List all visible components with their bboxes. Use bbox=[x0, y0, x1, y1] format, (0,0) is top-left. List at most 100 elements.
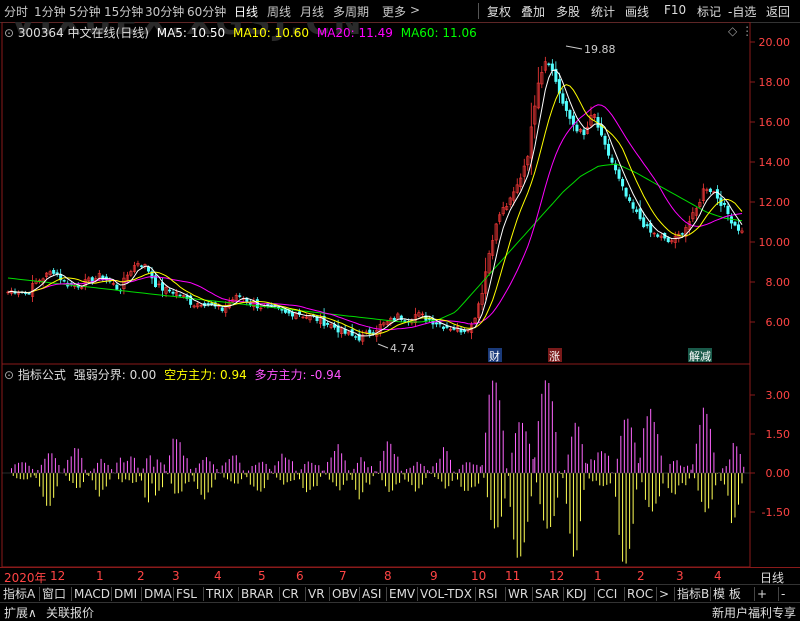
tab-19[interactable]: ROC bbox=[627, 586, 653, 602]
tab-7[interactable]: BRAR bbox=[241, 586, 274, 602]
ma60-legend: MA60: 11.06 bbox=[400, 26, 477, 40]
month-label: 8 bbox=[384, 569, 392, 583]
candle-body bbox=[722, 202, 726, 205]
tab-13[interactable]: VOL-TDX bbox=[420, 586, 472, 602]
tab-divider bbox=[279, 587, 280, 601]
tab-17[interactable]: KDJ bbox=[566, 586, 587, 602]
indicator-toggle-icon[interactable]: ⊙ bbox=[4, 368, 14, 382]
tab-22[interactable]: 模 板 bbox=[713, 586, 741, 602]
candle-body bbox=[238, 295, 242, 297]
candle-body bbox=[283, 309, 287, 313]
tab-10[interactable]: OBV bbox=[332, 586, 358, 602]
remove-watchlist-button[interactable]: -自选 bbox=[728, 3, 756, 20]
period-30min[interactable]: 30分钟 bbox=[145, 3, 184, 20]
tab-3[interactable]: DMI bbox=[114, 586, 137, 602]
month-label: 3 bbox=[172, 569, 180, 583]
candle-body bbox=[571, 115, 575, 125]
tab-divider bbox=[238, 587, 239, 601]
candle-body bbox=[371, 332, 375, 334]
back-button[interactable]: 返回 bbox=[766, 3, 790, 20]
month-label: 6 bbox=[296, 569, 304, 583]
tab-6[interactable]: TRIX bbox=[206, 586, 233, 602]
expand-button[interactable]: 扩展∧ bbox=[4, 604, 37, 621]
candle-body bbox=[635, 209, 639, 212]
tab-18[interactable]: CCI bbox=[597, 586, 617, 602]
month-label: 2 bbox=[637, 569, 645, 583]
period-more[interactable]: 更多 bbox=[382, 3, 406, 20]
period-daily[interactable]: 日线 bbox=[234, 3, 258, 20]
fuquan-button[interactable]: 复权 bbox=[487, 3, 511, 20]
tab-21[interactable]: 指标B bbox=[677, 586, 709, 602]
f10-button[interactable]: F10 bbox=[664, 3, 686, 17]
chart-canvas[interactable]: VIXUEX.XGSJ.CN 20.0018.0016.0014.0012.00… bbox=[0, 22, 800, 567]
tab-0[interactable]: 指标A bbox=[3, 586, 35, 602]
marker-cai[interactable]: 财 bbox=[488, 348, 502, 363]
tab-4[interactable]: DMA bbox=[144, 586, 172, 602]
settings-toggle-icon[interactable]: ⊙ bbox=[4, 26, 14, 40]
tab-14[interactable]: RSI bbox=[478, 586, 498, 602]
price-tick-label: 18.00 bbox=[759, 76, 791, 89]
multi-stock-button[interactable]: 多股 bbox=[556, 3, 580, 20]
month-label: 3 bbox=[676, 569, 684, 583]
candle-body bbox=[392, 317, 396, 321]
month-label: 4 bbox=[214, 569, 222, 583]
tab-20[interactable]: > bbox=[659, 586, 669, 602]
candle-body bbox=[733, 221, 737, 226]
tab-23[interactable]: + bbox=[757, 586, 767, 602]
tab-divider bbox=[475, 587, 476, 601]
indicator-legend: ⊙ 指标公式 强弱分界: 0.00 空方主力: 0.94 多方主力: -0.94 bbox=[4, 366, 341, 383]
month-label: 12 bbox=[50, 569, 66, 583]
period-5min[interactable]: 5分钟 bbox=[69, 3, 101, 20]
draw-line-button[interactable]: 画线 bbox=[625, 3, 649, 20]
month-label: 10 bbox=[471, 569, 487, 583]
period-multi[interactable]: 多周期 bbox=[333, 3, 369, 20]
related-quote-button[interactable]: 关联报价 bbox=[46, 604, 94, 621]
period-60min[interactable]: 60分钟 bbox=[187, 3, 226, 20]
marker-zhang[interactable]: 涨 bbox=[548, 348, 562, 363]
indicator-tick-label: 0.00 bbox=[766, 467, 791, 480]
tab-16[interactable]: SAR bbox=[535, 586, 559, 602]
period-fenshi[interactable]: 分时 bbox=[4, 3, 28, 20]
candle-body bbox=[210, 303, 214, 305]
candle-body bbox=[55, 272, 59, 274]
tab-divider bbox=[710, 587, 711, 601]
period-1min[interactable]: 1分钟 bbox=[34, 3, 66, 20]
more-chevron-icon[interactable]: > bbox=[410, 3, 420, 17]
marker-jiejian[interactable]: 解减 bbox=[688, 348, 712, 363]
indicator-y-axis: 3.00 1.50 0.00 -1.50 bbox=[750, 389, 790, 519]
tab-9[interactable]: VR bbox=[308, 586, 325, 602]
mark-button[interactable]: 标记 bbox=[697, 3, 721, 20]
candlesticks bbox=[6, 56, 744, 345]
candle-body bbox=[171, 291, 175, 294]
candle-body bbox=[290, 312, 294, 317]
candle-body bbox=[642, 217, 646, 228]
month-label: 12 bbox=[549, 569, 565, 583]
indicator-name[interactable]: 指标公式 bbox=[18, 368, 66, 382]
period-monthly[interactable]: 月线 bbox=[300, 3, 324, 20]
toolbar-divider bbox=[478, 3, 479, 19]
status-bar: 扩展∧ 关联报价 新用户福利专享 bbox=[0, 602, 800, 621]
tab-12[interactable]: EMV bbox=[389, 586, 415, 602]
month-label: 4 bbox=[714, 569, 722, 583]
period-15min[interactable]: 15分钟 bbox=[104, 3, 143, 20]
tab-15[interactable]: WR bbox=[508, 586, 528, 602]
tab-5[interactable]: FSL bbox=[176, 586, 197, 602]
tab-1[interactable]: 窗口 bbox=[42, 586, 66, 602]
stats-button[interactable]: 统计 bbox=[591, 3, 615, 20]
dots-menu-icon[interactable]: ⋮ bbox=[741, 24, 753, 38]
diamond-icon[interactable]: ◇ bbox=[728, 24, 737, 38]
tab-24[interactable]: - bbox=[781, 586, 785, 602]
promo-link[interactable]: 新用户福利专享 bbox=[712, 604, 796, 621]
tab-2[interactable]: MACD bbox=[74, 586, 110, 602]
tab-8[interactable]: CR bbox=[282, 586, 299, 602]
tab-11[interactable]: ASI bbox=[362, 586, 381, 602]
candle-body bbox=[115, 284, 119, 290]
tab-divider bbox=[71, 587, 72, 601]
period-weekly[interactable]: 周线 bbox=[267, 3, 291, 20]
candle-body bbox=[441, 326, 445, 329]
tab-divider bbox=[656, 587, 657, 601]
candle-body bbox=[645, 224, 649, 227]
overlay-button[interactable]: 叠加 bbox=[521, 3, 545, 20]
svg-text:解减: 解减 bbox=[689, 349, 711, 363]
candle-body bbox=[621, 178, 625, 187]
